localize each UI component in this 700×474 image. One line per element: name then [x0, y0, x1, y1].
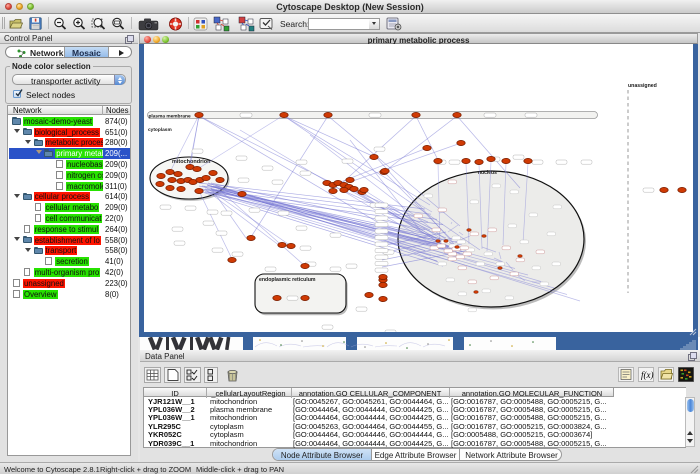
svg-text:plasma membrane: plasma membrane — [149, 113, 191, 119]
svg-text:cytoplasm: cytoplasm — [148, 127, 172, 133]
svg-text:f(x): f(x) — [641, 370, 654, 380]
svg-text:endoplasmic reticulum: endoplasmic reticulum — [259, 277, 316, 283]
svg-text:nucleus: nucleus — [478, 170, 497, 176]
svg-text:unassigned: unassigned — [628, 83, 657, 89]
